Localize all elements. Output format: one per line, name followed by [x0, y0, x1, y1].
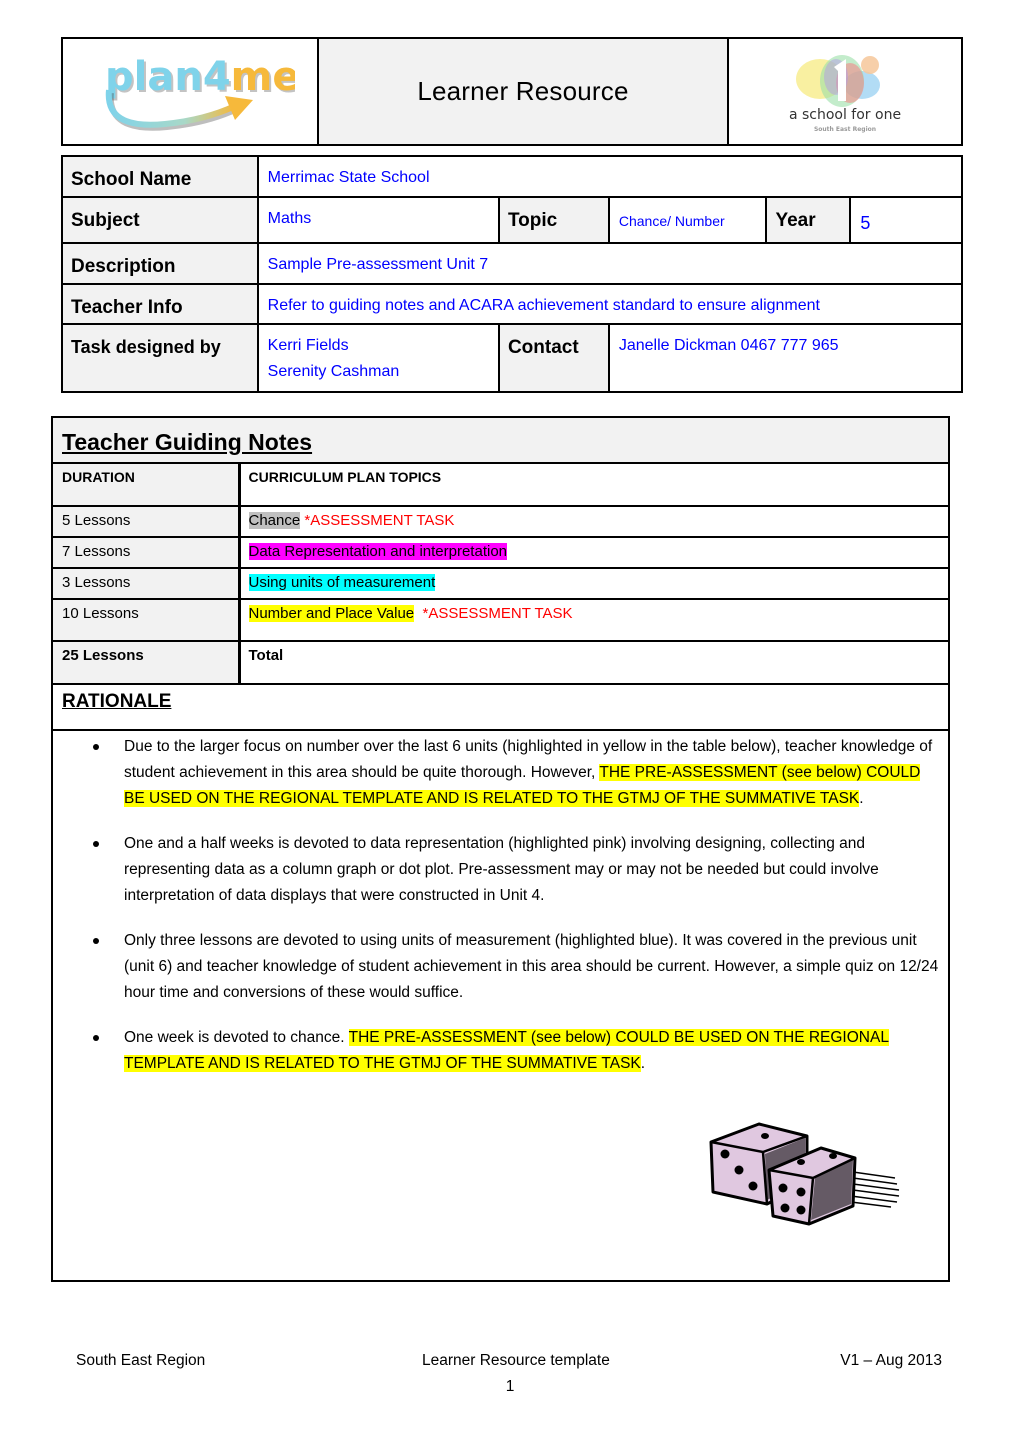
bullet-icon [93, 841, 99, 847]
topic-cell: Chance *ASSESSMENT TASK [239, 506, 948, 538]
teacher-guiding-notes: Teacher Guiding Notes DURATION CURRICULU… [51, 416, 950, 1282]
designed-by-value: Kerri Fields Serenity Cashman [256, 323, 500, 393]
info-row-school: School Name Merrimac State School [61, 155, 964, 198]
rationale-item: One week is devoted to chance. THE PRE-A… [53, 1025, 940, 1077]
table-row: 5 Lessons Chance *ASSESSMENT TASK [53, 506, 948, 538]
guiding-notes-title: Teacher Guiding Notes [53, 418, 948, 464]
school-for-one-logo-cell: a school for one South East Region [729, 39, 961, 144]
assessment-task-note: *ASSESSMENT TASK [422, 605, 573, 622]
footer-template-name: Learner Resource template [422, 1352, 610, 1369]
duration-cell: 7 Lessons [53, 537, 241, 569]
info-table: School Name Merrimac State School Subjec… [61, 155, 964, 393]
school-for-one-logo: a school for one South East Region [789, 54, 901, 133]
year-label: Year [765, 196, 852, 244]
info-row-designed-by: Task designed by Kerri Fields Serenity C… [61, 323, 964, 393]
page-number: 1 [505, 1378, 515, 1395]
subject-value: Maths [256, 196, 500, 244]
school-name-value: Merrimac State School [256, 155, 964, 198]
rationale-item: Due to the larger focus on number over t… [53, 734, 940, 812]
dice-icon [709, 1122, 900, 1226]
rationale-text: Only three lessons are devoted to using … [124, 932, 939, 1001]
table-row: 3 Lessons Using units of measurement [53, 568, 948, 600]
plan4me-logo-cell: plan4me plan4me [63, 39, 319, 144]
svg-text:plan4me: plan4me [105, 54, 295, 100]
rationale-item: One and a half weeks is devoted to data … [53, 831, 940, 909]
teacher-info-value: Refer to guiding notes and ACARA achieve… [256, 283, 964, 325]
rationale-list: Due to the larger focus on number over t… [53, 734, 948, 1077]
designed-by-label: Task designed by [61, 323, 259, 393]
duration-cell: 3 Lessons [53, 568, 241, 600]
rationale-tail: . [640, 1055, 646, 1072]
description-label: Description [61, 242, 259, 285]
topic-value: Chance/ Number [607, 196, 768, 244]
topic-cell: Number and Place Value *ASSESSMENT TASK [239, 599, 948, 642]
teacher-info-label: Teacher Info [61, 283, 259, 325]
curriculum-table: DURATION CURRICULUM PLAN TOPICS 5 Lesson… [53, 464, 948, 685]
footer-region: South East Region [76, 1352, 206, 1369]
header-banner: plan4me plan4me Learner Resource a schoo… [61, 37, 963, 146]
info-row-teacher-info: Teacher Info Refer to guiding notes and … [61, 283, 964, 325]
table-row: 7 Lessons Data Representation and interp… [53, 537, 948, 569]
svg-text:South East Region: South East Region [814, 126, 876, 133]
table-row: 10 Lessons Number and Place Value *ASSES… [53, 599, 948, 642]
info-row-description: Description Sample Pre-assessment Unit 7 [61, 242, 964, 285]
table-header-row: DURATION CURRICULUM PLAN TOPICS [53, 464, 948, 507]
total-label: Total [239, 641, 948, 685]
topic-label: Topic [497, 196, 610, 244]
subject-label: Subject [61, 196, 259, 244]
description-value: Sample Pre-assessment Unit 7 [256, 242, 964, 285]
topic-cell: Data Representation and interpretation [239, 537, 948, 569]
year-value: 5 [849, 196, 963, 244]
info-row-subject: Subject Maths Topic Chance/ Number Year … [61, 196, 963, 244]
duration-cell: 5 Lessons [53, 506, 241, 538]
topic-text: Using units of measurement [248, 574, 436, 591]
rationale-text: One week is devoted to chance. [124, 1029, 349, 1046]
bullet-icon [93, 1035, 99, 1041]
page-title: Learner Resource [417, 76, 629, 106]
rationale-text: One and a half weeks is devoted to data … [124, 835, 879, 904]
duration-column-header: DURATION [53, 464, 241, 507]
designer-name: Kerri Fields [267, 337, 349, 354]
topic-cell: Using units of measurement [239, 568, 948, 600]
total-duration: 25 Lessons [53, 641, 241, 685]
rationale-tail: . [859, 790, 864, 807]
total-row: 25 Lessons Total [53, 641, 948, 685]
topic-text: Data Representation and interpretation [248, 543, 508, 560]
duration-cell: 10 Lessons [53, 599, 241, 642]
footer-version: V1 – Aug 2013 [840, 1352, 942, 1369]
rationale-item: Only three lessons are devoted to using … [53, 928, 940, 1006]
topics-column-header: CURRICULUM PLAN TOPICS [239, 464, 948, 507]
topic-text: Number and Place Value [248, 605, 415, 622]
contact-label: Contact [497, 323, 610, 393]
svg-text:a school for one: a school for one [789, 107, 901, 123]
title-cell: Learner Resource [319, 39, 729, 144]
bullet-icon [93, 744, 99, 750]
bullet-icon [93, 938, 99, 944]
rationale-title: RATIONALE [53, 685, 948, 731]
topic-text: Chance [248, 512, 301, 529]
school-name-label: School Name [61, 155, 259, 198]
contact-value: Janelle Dickman 0467 777 965 [607, 323, 964, 393]
plan4me-logo: plan4me plan4me [105, 54, 295, 131]
designer-name: Serenity Cashman [267, 363, 400, 380]
assessment-task-note: *ASSESSMENT TASK [304, 512, 455, 529]
